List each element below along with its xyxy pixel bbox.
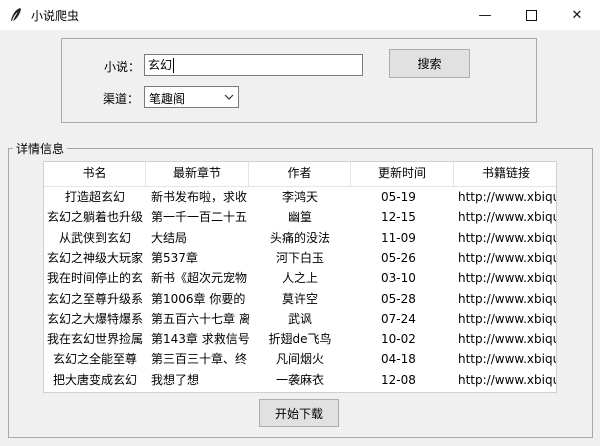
row-update-time: 07-24 xyxy=(381,311,416,326)
table-row[interactable]: 我在玄幻世界捡属 第143章 求救信号 折翅de飞鸟 10-02 http://www.… xyxy=(44,329,556,350)
novel-label: 小说： xyxy=(104,60,141,74)
row-update-time: 04-18 xyxy=(381,352,416,367)
column-header-update-time[interactable]: 更新时间 xyxy=(351,162,454,186)
row-update-time: 05-26 xyxy=(381,250,416,265)
row-book-link: http://www.xbiqu xyxy=(458,372,557,387)
row-author: 凡间烟火 xyxy=(275,352,324,367)
table-row[interactable]: 玄幻之至尊升级系 第1006章 你要的 莫许空 05-28 http://www.xbi… xyxy=(44,289,556,310)
row-latest-chapter: 第一千一百二十五 xyxy=(151,210,248,225)
row-author: 莫许空 xyxy=(281,291,318,306)
row-book-link: http://www.xbiqu xyxy=(458,352,557,367)
row-title: 玄幻之躺着也升级 xyxy=(46,210,143,225)
row-latest-chapter: 第三百三十章、终 xyxy=(151,352,248,367)
channel-label: 渠道： xyxy=(103,92,140,106)
row-author: 折翅de飞鸟 xyxy=(268,332,332,347)
row-latest-chapter: 新书《超次元宠物 xyxy=(151,271,248,286)
row-update-time: 12-15 xyxy=(381,210,416,225)
row-latest-chapter: 第五百六十七章 离 xyxy=(151,311,249,326)
column-header-book-link[interactable]: 书籍链接 xyxy=(454,162,556,186)
row-latest-chapter: 我想了想 xyxy=(151,372,200,387)
novel-input[interactable]: 玄幻 xyxy=(144,54,363,76)
row-update-time: 11-09 xyxy=(381,230,416,245)
row-author: 河下白玉 xyxy=(275,250,324,265)
row-title: 打造超玄幻 xyxy=(64,190,125,204)
row-title: 玄幻之神级大玩家 xyxy=(46,250,143,265)
details-legend: 详情信息 xyxy=(13,140,68,157)
row-book-link: http://www.xbiqu xyxy=(458,190,557,204)
row-latest-chapter: 第537章 xyxy=(151,250,198,265)
row-latest-chapter: 新书发布啦，求收 xyxy=(151,190,248,204)
row-book-link: http://www.xbiqu xyxy=(458,291,557,306)
row-book-link: http://www.xbiqu xyxy=(458,250,557,265)
maximize-icon xyxy=(525,9,537,21)
row-author: 李鸿天 xyxy=(281,190,318,204)
row-author: 幽篁 xyxy=(287,210,312,225)
row-title: 我在玄幻世界捡属 xyxy=(46,332,143,347)
row-latest-chapter: 第1006章 你要的 xyxy=(151,291,246,306)
row-latest-chapter: 大结局 xyxy=(151,230,188,245)
row-title: 把大唐变成玄幻 xyxy=(52,372,137,387)
channel-select[interactable]: 笔趣阁 xyxy=(144,86,239,108)
feather-icon xyxy=(11,8,21,21)
column-header-author[interactable]: 作者 xyxy=(249,162,351,186)
row-update-time: 03-10 xyxy=(381,271,416,286)
close-button[interactable]: ✕ xyxy=(554,0,600,30)
row-book-link: http://www.xbiqu xyxy=(458,230,557,245)
text-caret xyxy=(173,58,175,73)
row-author: 一袭麻衣 xyxy=(275,372,324,387)
row-author: 武讽 xyxy=(287,311,312,326)
row-title: 玄幻之大爆特爆系 xyxy=(46,311,143,326)
channel-select-value: 笔趣阁 xyxy=(149,92,186,106)
row-update-time: 10-02 xyxy=(381,332,416,347)
minimize-button[interactable]: — xyxy=(462,0,508,30)
row-update-time: 05-19 xyxy=(381,190,416,204)
row-title: 我在时间停止的玄 xyxy=(46,271,143,286)
row-author: 人之上 xyxy=(281,271,318,286)
search-button[interactable]: 搜索 xyxy=(389,49,470,78)
column-header-latest-chapter[interactable]: 最新章节 xyxy=(146,162,249,186)
column-header-title[interactable]: 书名 xyxy=(44,162,146,186)
chevron-down-icon xyxy=(224,94,234,100)
table-row[interactable]: 从武侠到玄幻 大结局 头痛的没法 11-09 http://www.xbiqu xyxy=(44,228,556,249)
row-title: 玄幻之全能至尊 xyxy=(52,352,137,367)
novel-input-value: 玄幻 xyxy=(148,58,173,72)
title-bar: 小说爬虫 — ✕ xyxy=(0,0,600,30)
table-row[interactable]: 我在时间停止的玄 新书《超次元宠物 人之上 03-10 http://www.xbiqu xyxy=(44,268,556,289)
table-row[interactable]: 玄幻之大爆特爆系 第五百六十七章 离 武讽 07-24 http://www.xbiqu xyxy=(44,309,556,330)
row-book-link: http://www.xbiqu xyxy=(458,210,557,225)
results-table[interactable]: 书名 最新章节 作者 更新时间 书籍链接 打造超玄幻 新书发布啦，求收 李鸿天 05-… xyxy=(43,161,557,393)
table-row[interactable]: 把大唐变成玄幻 我想了想 一袭麻衣 12-08 http://www.xbiqu xyxy=(44,370,556,391)
table-row[interactable]: 玄幻之神级大玩家 第537章 河下白玉 05-26 http://www.xbiqu xyxy=(44,248,556,269)
row-book-link: http://www.xbiqu xyxy=(458,332,557,347)
row-book-link: http://www.xbiqu xyxy=(458,311,557,326)
row-title: 从武侠到玄幻 xyxy=(58,230,131,245)
row-latest-chapter: 第143章 求救信号 xyxy=(151,332,249,347)
table-row[interactable]: 玄幻之全能至尊 第三百三十章、终 凡间烟火 04-18 http://www.xbiqu xyxy=(44,349,556,370)
row-update-time: 05-28 xyxy=(381,291,416,306)
row-update-time: 12-08 xyxy=(381,372,416,387)
table-row[interactable]: 打造超玄幻 新书发布啦，求收 李鸿天 05-19 http://www.xbiqu xyxy=(44,187,556,208)
start-download-button[interactable]: 开始下载 xyxy=(259,399,339,427)
row-author: 头痛的没法 xyxy=(269,230,330,245)
table-row[interactable]: 玄幻之躺着也升级 第一千一百二十五 幽篁 12-15 http://www.xbiqu xyxy=(44,207,556,228)
row-book-link: http://www.xbiqu xyxy=(458,271,557,286)
window-title: 小说爬虫 xyxy=(31,9,80,23)
row-title: 玄幻之至尊升级系 xyxy=(46,291,143,306)
maximize-button[interactable] xyxy=(508,0,554,30)
table-header: 书名 最新章节 作者 更新时间 书籍链接 xyxy=(44,162,556,187)
